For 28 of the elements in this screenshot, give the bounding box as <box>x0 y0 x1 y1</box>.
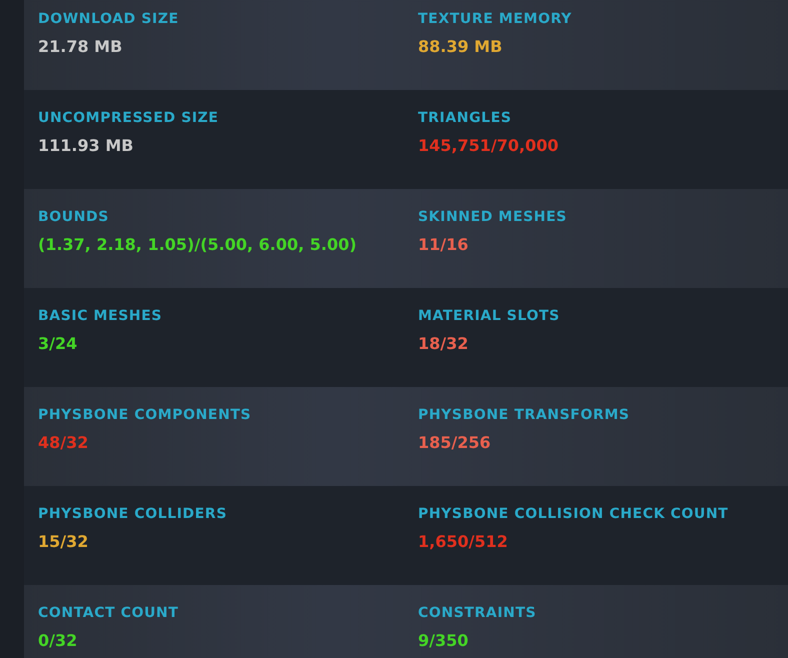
stat-label: UNCOMPRESSED SIZE <box>38 110 220 126</box>
stat-value: 185/256 <box>418 433 492 452</box>
stat-label: TEXTURE MEMORY <box>418 11 573 27</box>
stat-label: SKINNED MESHES <box>418 209 568 225</box>
stat-label: MATERIAL SLOTS <box>418 308 561 324</box>
stat-value: 18/32 <box>418 334 470 353</box>
stat-label: BASIC MESHES <box>38 308 164 324</box>
stat-value: 3/24 <box>38 334 78 353</box>
stat-value: 21.78 MB <box>38 37 124 56</box>
stat-value: 9/350 <box>418 631 470 650</box>
stat-value: 145,751/70,000 <box>418 136 560 155</box>
stat-value: (1.37, 2.18, 1.05)/(5.00, 6.00, 5.00) <box>38 235 358 254</box>
stat-value: 11/16 <box>418 235 470 254</box>
stat-value: 0/32 <box>38 631 78 650</box>
stat-value: 111.93 MB <box>38 136 134 155</box>
stat-label: CONTACT COUNT <box>38 605 180 621</box>
stat-value: 1,650/512 <box>418 532 509 551</box>
stat-label: PHYSBONE TRANSFORMS <box>418 407 631 423</box>
stat-label: BOUNDS <box>38 209 110 225</box>
stat-label: TRIANGLES <box>418 110 513 126</box>
stat-value: 15/32 <box>38 532 90 551</box>
stat-value: 88.39 MB <box>418 37 504 56</box>
stat-label: CONSTRAINTS <box>418 605 538 621</box>
stat-label: PHYSBONE COLLISION CHECK COUNT <box>418 506 730 522</box>
stat-value: 48/32 <box>38 433 90 452</box>
stat-label: DOWNLOAD SIZE <box>38 11 180 27</box>
stat-label: PHYSBONE COMPONENTS <box>38 407 252 423</box>
stat-label: PHYSBONE COLLIDERS <box>38 506 228 522</box>
